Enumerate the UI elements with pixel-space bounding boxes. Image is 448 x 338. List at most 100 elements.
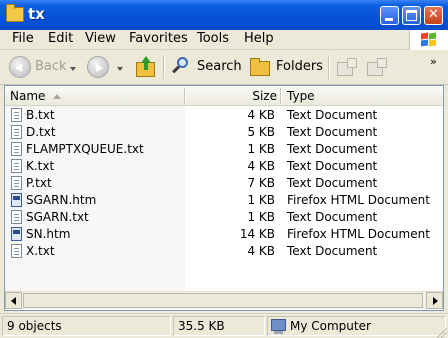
file-name: B.txt xyxy=(26,108,55,122)
text-file-icon xyxy=(11,125,22,139)
file-name: X.txt xyxy=(26,244,55,258)
file-type: Text Document xyxy=(287,244,378,258)
file-size: 4 KB xyxy=(247,159,275,173)
text-file-icon xyxy=(11,142,22,156)
status-bar: 9 objects 35.5 KB My Computer xyxy=(0,313,448,338)
menu-tools[interactable]: Tools xyxy=(197,31,229,46)
column-header-type[interactable]: Type xyxy=(281,86,443,106)
back-button[interactable]: Back xyxy=(35,59,67,74)
file-row[interactable]: FLAMPTXQUEUE.txt 1 KB Text Document xyxy=(5,141,425,158)
status-objects: 9 objects xyxy=(7,319,62,333)
window-title: tx xyxy=(28,5,45,23)
text-file-icon xyxy=(11,176,22,190)
my-computer-icon xyxy=(271,319,286,334)
file-row[interactable]: K.txt 4 KB Text Document xyxy=(5,158,425,175)
back-arrow-icon[interactable] xyxy=(9,56,31,78)
file-type: Text Document xyxy=(287,125,378,139)
status-size: 35.5 KB xyxy=(178,319,225,333)
file-name: FLAMPTXQUEUE.txt xyxy=(26,142,144,156)
scroll-thumb[interactable] xyxy=(23,293,423,308)
file-row[interactable]: SN.htm 14 KB Firefox HTML Document xyxy=(5,226,430,243)
explorer-window: tx ✕ File Edit View Favorites Tools Help… xyxy=(0,0,448,338)
file-row[interactable]: X.txt 4 KB Text Document xyxy=(5,243,425,260)
scroll-left-button[interactable] xyxy=(5,292,22,309)
toolbar-separator xyxy=(328,55,330,79)
search-icon[interactable] xyxy=(171,56,191,76)
windows-logo xyxy=(409,30,448,50)
file-row[interactable]: P.txt 7 KB Text Document xyxy=(5,175,425,192)
html-file-icon xyxy=(11,227,22,241)
copy-to-icon[interactable] xyxy=(367,58,387,76)
file-name: SGARN.htm xyxy=(26,193,97,207)
forward-dropdown-icon[interactable] xyxy=(117,67,123,71)
menu-help[interactable]: Help xyxy=(244,31,274,46)
file-size: 14 KB xyxy=(239,227,275,241)
file-size: 4 KB xyxy=(247,108,275,122)
file-type: Firefox HTML Document xyxy=(287,227,430,241)
status-size-panel: 35.5 KB xyxy=(173,316,265,336)
horizontal-scrollbar[interactable] xyxy=(5,291,443,309)
folder-icon xyxy=(6,4,24,22)
column-header-type-label: Type xyxy=(287,89,315,103)
file-name: P.txt xyxy=(26,176,52,190)
status-objects-panel: 9 objects xyxy=(2,316,171,336)
column-header-size-label: Size xyxy=(252,89,277,103)
folders-button[interactable]: Folders xyxy=(276,59,323,74)
sort-ascending-icon xyxy=(53,94,61,99)
file-name: D.txt xyxy=(26,125,56,139)
title-bar[interactable]: tx ✕ xyxy=(0,0,448,31)
file-size: 5 KB xyxy=(247,125,275,139)
search-button[interactable]: Search xyxy=(197,59,242,74)
file-size: 7 KB xyxy=(247,176,275,190)
close-button[interactable]: ✕ xyxy=(424,6,443,25)
windows-flag-icon xyxy=(421,32,437,47)
file-type: Text Document xyxy=(287,210,378,224)
text-file-icon xyxy=(11,210,22,224)
back-dropdown-icon[interactable] xyxy=(70,67,76,71)
close-icon: ✕ xyxy=(428,7,439,22)
column-header-size[interactable]: Size xyxy=(185,86,281,106)
file-type: Firefox HTML Document xyxy=(287,193,430,207)
forward-arrow-icon[interactable] xyxy=(87,56,109,78)
toolbar: Back Search Folders xyxy=(0,50,448,85)
file-type: Text Document xyxy=(287,108,378,122)
file-row[interactable]: SGARN.htm 1 KB Firefox HTML Document xyxy=(5,192,430,209)
text-file-icon xyxy=(11,108,22,122)
status-location-panel: My Computer xyxy=(267,316,446,336)
file-list: Name Size Type B.txt 4 KB Text Document D.t… xyxy=(4,85,444,311)
file-size: 4 KB xyxy=(247,244,275,258)
column-header-name[interactable]: Name xyxy=(5,86,185,106)
toolbar-chevron-icon[interactable]: » xyxy=(430,55,437,68)
up-folder-icon[interactable] xyxy=(135,56,155,77)
status-location: My Computer xyxy=(290,319,371,333)
scroll-right-button[interactable] xyxy=(426,292,443,309)
maximize-button[interactable] xyxy=(402,6,421,25)
menu-file[interactable]: File xyxy=(12,31,34,46)
file-type: Text Document xyxy=(287,176,378,190)
minimize-icon xyxy=(385,18,393,21)
text-file-icon xyxy=(11,244,22,258)
toolbar-separator xyxy=(163,55,165,79)
resize-grip[interactable] xyxy=(435,326,447,338)
file-size: 1 KB xyxy=(247,210,275,224)
maximize-icon xyxy=(406,10,417,21)
file-size: 1 KB xyxy=(247,193,275,207)
html-file-icon xyxy=(11,193,22,207)
move-to-icon[interactable] xyxy=(337,58,357,76)
file-name: SN.htm xyxy=(26,227,71,241)
menu-favorites[interactable]: Favorites xyxy=(129,31,188,46)
menu-bar: File Edit View Favorites Tools Help xyxy=(0,30,448,50)
file-type: Text Document xyxy=(287,159,378,173)
file-name: K.txt xyxy=(26,159,55,173)
menu-edit[interactable]: Edit xyxy=(48,31,73,46)
folders-icon[interactable] xyxy=(250,57,270,76)
minimize-button[interactable] xyxy=(380,6,399,25)
file-row[interactable]: B.txt 4 KB Text Document xyxy=(5,107,425,124)
text-file-icon xyxy=(11,159,22,173)
file-name: SGARN.txt xyxy=(26,210,89,224)
file-size: 1 KB xyxy=(247,142,275,156)
file-row[interactable]: SGARN.txt 1 KB Text Document xyxy=(5,209,425,226)
file-type: Text Document xyxy=(287,142,378,156)
file-row[interactable]: D.txt 5 KB Text Document xyxy=(5,124,425,141)
menu-view[interactable]: View xyxy=(85,31,116,46)
